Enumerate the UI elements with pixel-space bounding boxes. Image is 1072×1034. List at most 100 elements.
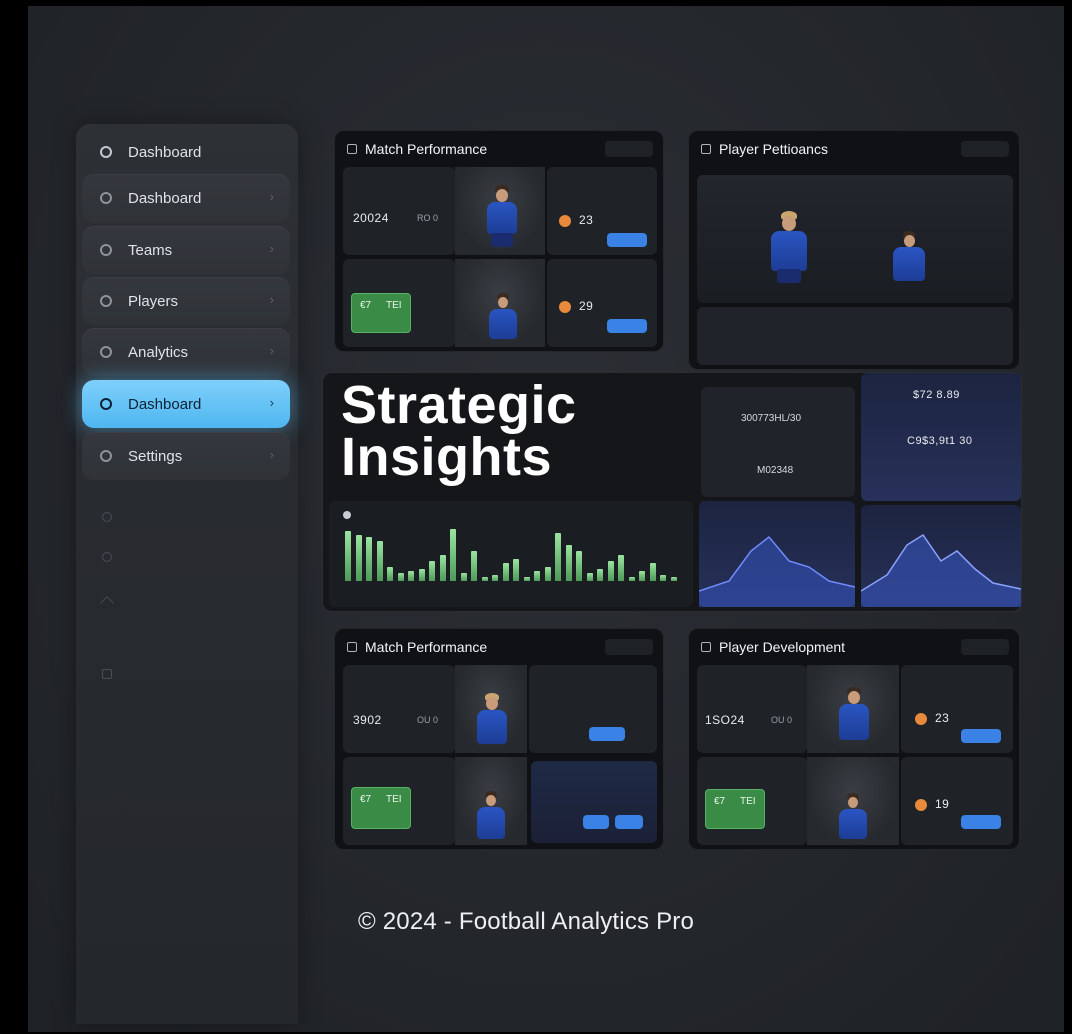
bar	[523, 577, 530, 581]
sidebar-item-dashboard-active[interactable]: Dashboard ›	[82, 380, 290, 428]
action-button[interactable]	[607, 319, 647, 333]
bar	[544, 567, 551, 581]
chevron-right-icon: ›	[269, 447, 274, 462]
player-performance-panel: Player Pettioancs	[688, 130, 1020, 370]
stats-card: 20024 RO 0	[343, 167, 455, 255]
score-box: €7 TEI	[705, 789, 765, 829]
action-button[interactable]	[961, 815, 1001, 829]
bar	[397, 573, 404, 581]
possession-card: €7 TEI	[343, 757, 455, 845]
wave-chart-card	[860, 505, 1022, 607]
bar	[649, 563, 656, 581]
sidebar: Dashboard Dashboard › Teams › Players › …	[76, 124, 298, 1024]
summary-value: 300773HL/30	[741, 413, 802, 424]
possession-card: €7 TEI	[343, 259, 455, 347]
bar	[450, 529, 456, 581]
bar	[492, 575, 498, 581]
sidebar-item-label: Dashboard	[128, 189, 202, 207]
chevron-up-icon[interactable]	[99, 595, 115, 611]
sidebar-icon[interactable]	[102, 512, 112, 522]
stat-card: 19	[901, 757, 1013, 845]
bar	[355, 535, 362, 581]
value-card: $72 8.89 C9$3,9t1 30	[861, 373, 1021, 501]
sidebar-item-settings[interactable]: Settings ›	[82, 432, 290, 480]
panel-controls[interactable]	[961, 141, 1009, 157]
circle-icon	[100, 398, 112, 410]
chart-icon	[343, 511, 351, 519]
bar	[586, 573, 593, 581]
panel-controls[interactable]	[605, 141, 653, 157]
summary-value: M02348	[757, 465, 794, 476]
sidebar-item-analytics[interactable]: Analytics ›	[82, 328, 290, 376]
score-value: €7	[360, 794, 372, 805]
bar	[660, 575, 666, 581]
panel-title-text: Match Performance	[365, 639, 488, 655]
stat-value-secondary: RO 0	[417, 213, 439, 223]
stat-value-secondary: OU 0	[771, 715, 793, 725]
panel-title: Player Development	[701, 639, 845, 655]
score-box: €7 TEI	[351, 787, 411, 829]
ball-icon	[559, 215, 571, 227]
stat-card: 23	[901, 665, 1013, 753]
window-icon	[347, 642, 357, 652]
bar	[513, 559, 519, 581]
stat-value: 3902	[353, 713, 382, 727]
sidebar-item-teams[interactable]: Teams ›	[82, 226, 290, 274]
player-development-panel: Player Development 1SO24 OU 0 23 €7 TEI …	[688, 628, 1020, 850]
score-value: TEI	[740, 796, 756, 807]
stat-value: 23	[935, 711, 950, 725]
player-photo	[455, 167, 545, 255]
chevron-right-icon: ›	[269, 241, 274, 256]
match-performance-panel-2: Match Performance 3902 OU 0 €7 TEI	[334, 628, 664, 850]
currency-value: C9$3,9t1 30	[907, 435, 973, 447]
sidebar-item-label: Players	[128, 292, 179, 310]
bar	[618, 555, 624, 581]
stat-value: 19	[935, 797, 950, 811]
bar	[418, 569, 425, 581]
stat-value: 20024	[353, 211, 389, 225]
sidebar-item-dashboard[interactable]: Dashboard	[82, 128, 290, 176]
sidebar-item-label: Analytics	[128, 343, 189, 361]
chevron-right-icon: ›	[269, 292, 274, 307]
ball-icon	[915, 799, 927, 811]
panel-controls[interactable]	[961, 639, 1009, 655]
sidebar-item-dashboard-2[interactable]: Dashboard ›	[82, 174, 290, 222]
action-button[interactable]	[589, 727, 625, 741]
player-photo	[807, 665, 899, 753]
bar-chart	[345, 521, 685, 581]
stat-card: 23	[547, 167, 657, 255]
page-title-line: Strategic	[341, 375, 577, 435]
score-value: TEI	[386, 300, 402, 311]
ball-icon	[559, 301, 571, 313]
bar	[576, 551, 582, 581]
bar	[429, 561, 435, 581]
bar	[481, 577, 488, 581]
player-photo	[807, 757, 899, 845]
bar	[460, 573, 467, 581]
bar	[607, 561, 614, 581]
bar	[597, 569, 603, 581]
grid-icon[interactable]	[102, 669, 112, 679]
panel-title-text: Player Development	[719, 639, 846, 655]
sidebar-icon[interactable]	[102, 552, 112, 562]
bar	[408, 571, 414, 581]
stat-value: 29	[579, 299, 594, 313]
panel-title-text: Player Pettioancs	[719, 141, 828, 157]
action-button[interactable]	[607, 233, 647, 247]
action-button[interactable]	[583, 815, 609, 829]
window-icon	[701, 642, 711, 652]
bar	[376, 541, 383, 581]
action-button[interactable]	[615, 815, 643, 829]
panel-controls[interactable]	[605, 639, 653, 655]
bar	[670, 577, 677, 581]
panel-title: Player Pettioancs	[701, 141, 828, 157]
page-title: Strategic Insights	[341, 375, 577, 487]
strategic-insights-panel: Strategic Insights 300773HL/30 M02348 $7…	[322, 372, 1022, 612]
action-button[interactable]	[961, 729, 1001, 743]
sidebar-item-players[interactable]: Players ›	[82, 277, 290, 325]
page-title-line: Insights	[341, 427, 553, 487]
gear-icon	[100, 450, 112, 462]
stats-card: 1SO24 OU 0	[697, 665, 807, 753]
stadium-card	[531, 761, 657, 843]
window-icon	[347, 144, 357, 154]
